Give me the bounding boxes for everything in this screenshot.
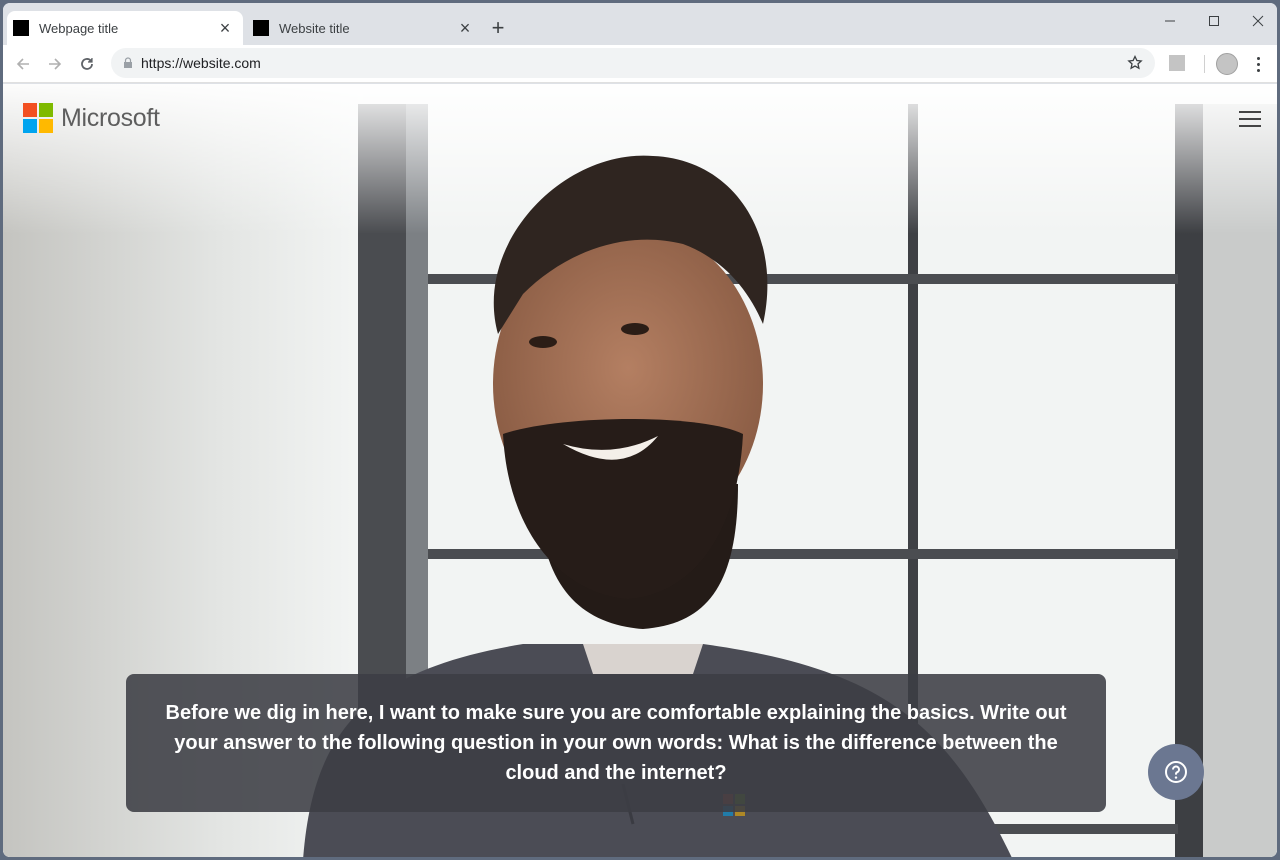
favicon-icon bbox=[13, 20, 29, 36]
help-button[interactable] bbox=[1148, 744, 1204, 800]
caption-box: Before we dig in here, I want to make su… bbox=[126, 674, 1106, 812]
brand-name: Microsoft bbox=[61, 103, 160, 132]
maximize-icon bbox=[1209, 16, 1219, 26]
close-tab-icon[interactable]: × bbox=[455, 18, 475, 38]
caption-text: Before we dig in here, I want to make su… bbox=[165, 702, 1067, 784]
browser-menu-button[interactable] bbox=[1249, 53, 1267, 75]
back-arrow-icon bbox=[16, 58, 29, 70]
bookmark-star-button[interactable] bbox=[1125, 53, 1145, 73]
browser-toolbar: https://website.com bbox=[3, 45, 1277, 83]
extension-icon[interactable] bbox=[1169, 55, 1185, 71]
new-tab-button[interactable]: + bbox=[485, 15, 511, 41]
address-bar[interactable]: https://website.com bbox=[111, 48, 1155, 78]
lock-icon bbox=[124, 57, 132, 68]
tab-webpage[interactable]: Webpage title × bbox=[7, 11, 243, 45]
minimize-button[interactable] bbox=[1148, 7, 1192, 35]
reload-icon bbox=[81, 58, 93, 70]
back-button[interactable] bbox=[9, 50, 37, 78]
close-icon bbox=[1252, 15, 1264, 27]
microsoft-squares-icon bbox=[23, 103, 53, 133]
minimize-icon bbox=[1165, 20, 1175, 22]
question-mark-icon bbox=[1165, 761, 1187, 783]
profile-avatar[interactable] bbox=[1216, 53, 1238, 75]
star-icon bbox=[1127, 55, 1143, 70]
hamburger-menu-icon[interactable] bbox=[1239, 111, 1261, 127]
tab-strip: Webpage title × Website title × + bbox=[3, 3, 1277, 45]
favicon-icon bbox=[253, 20, 269, 36]
close-window-button[interactable] bbox=[1236, 7, 1277, 35]
url-text: https://website.com bbox=[141, 55, 261, 71]
tab-website[interactable]: Website title × bbox=[247, 11, 483, 45]
tab-title: Website title bbox=[279, 20, 350, 36]
forward-button[interactable] bbox=[41, 50, 69, 78]
microsoft-logo[interactable]: Microsoft bbox=[23, 103, 160, 133]
tab-title: Webpage title bbox=[39, 20, 119, 36]
forward-arrow-icon bbox=[49, 58, 62, 70]
maximize-button[interactable] bbox=[1192, 7, 1236, 35]
close-tab-icon[interactable]: × bbox=[215, 18, 235, 38]
reload-button[interactable] bbox=[73, 50, 101, 78]
toolbar-divider bbox=[1204, 55, 1205, 73]
page-content: Microsoft Before we dig in here, I want … bbox=[3, 84, 1277, 857]
browser-window: Webpage title × Website title × + https:… bbox=[0, 0, 1280, 860]
